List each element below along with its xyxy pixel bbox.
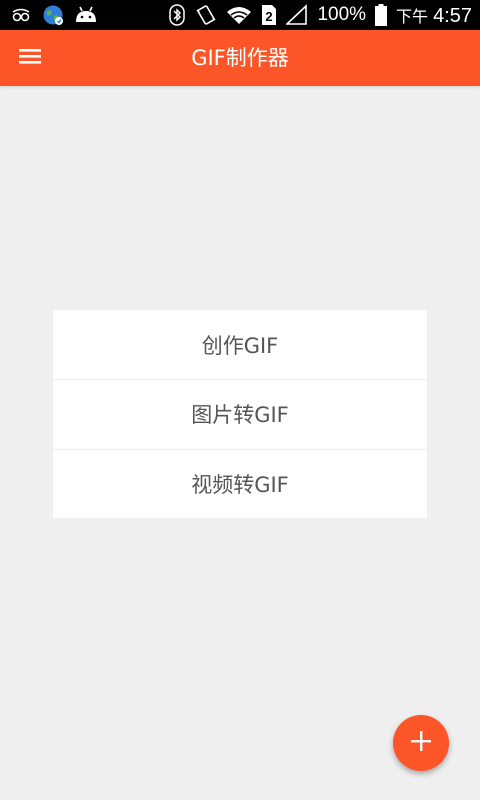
plus-icon — [410, 730, 432, 756]
android-icon — [74, 6, 98, 24]
status-left-icons — [10, 4, 98, 26]
status-bar: 2 100% 下午 4:57 — [0, 0, 480, 30]
clock-time: 4:57 — [433, 4, 472, 27]
sim-icon: 2 — [261, 4, 277, 26]
signal-icon — [286, 4, 308, 26]
app-bar: GIF制作器 — [0, 30, 480, 86]
menu-card: 创作GIF 图片转GIF 视频转GIF — [53, 310, 427, 518]
status-right-icons: 2 100% 下午 4:57 — [168, 3, 472, 28]
battery-percent: 100% — [317, 4, 367, 25]
glasses-icon — [10, 6, 32, 24]
bluetooth-icon — [168, 4, 186, 26]
clock: 下午 4:57 — [396, 3, 472, 28]
image-to-gif-option[interactable]: 图片转GIF — [53, 379, 427, 449]
page-title: GIF制作器 — [191, 46, 289, 70]
create-gif-option[interactable]: 创作GIF — [53, 310, 427, 379]
clock-ampm: 下午 — [396, 6, 429, 26]
globe-icon — [42, 4, 64, 26]
video-to-gif-option[interactable]: 视频转GIF — [53, 448, 427, 519]
vibrate-icon — [195, 4, 217, 26]
menu-button[interactable] — [14, 42, 46, 74]
svg-text:2: 2 — [266, 9, 273, 24]
add-fab-button[interactable] — [393, 715, 449, 771]
hamburger-menu-icon — [19, 47, 41, 69]
wifi-icon — [226, 5, 252, 25]
battery-icon — [375, 4, 388, 26]
